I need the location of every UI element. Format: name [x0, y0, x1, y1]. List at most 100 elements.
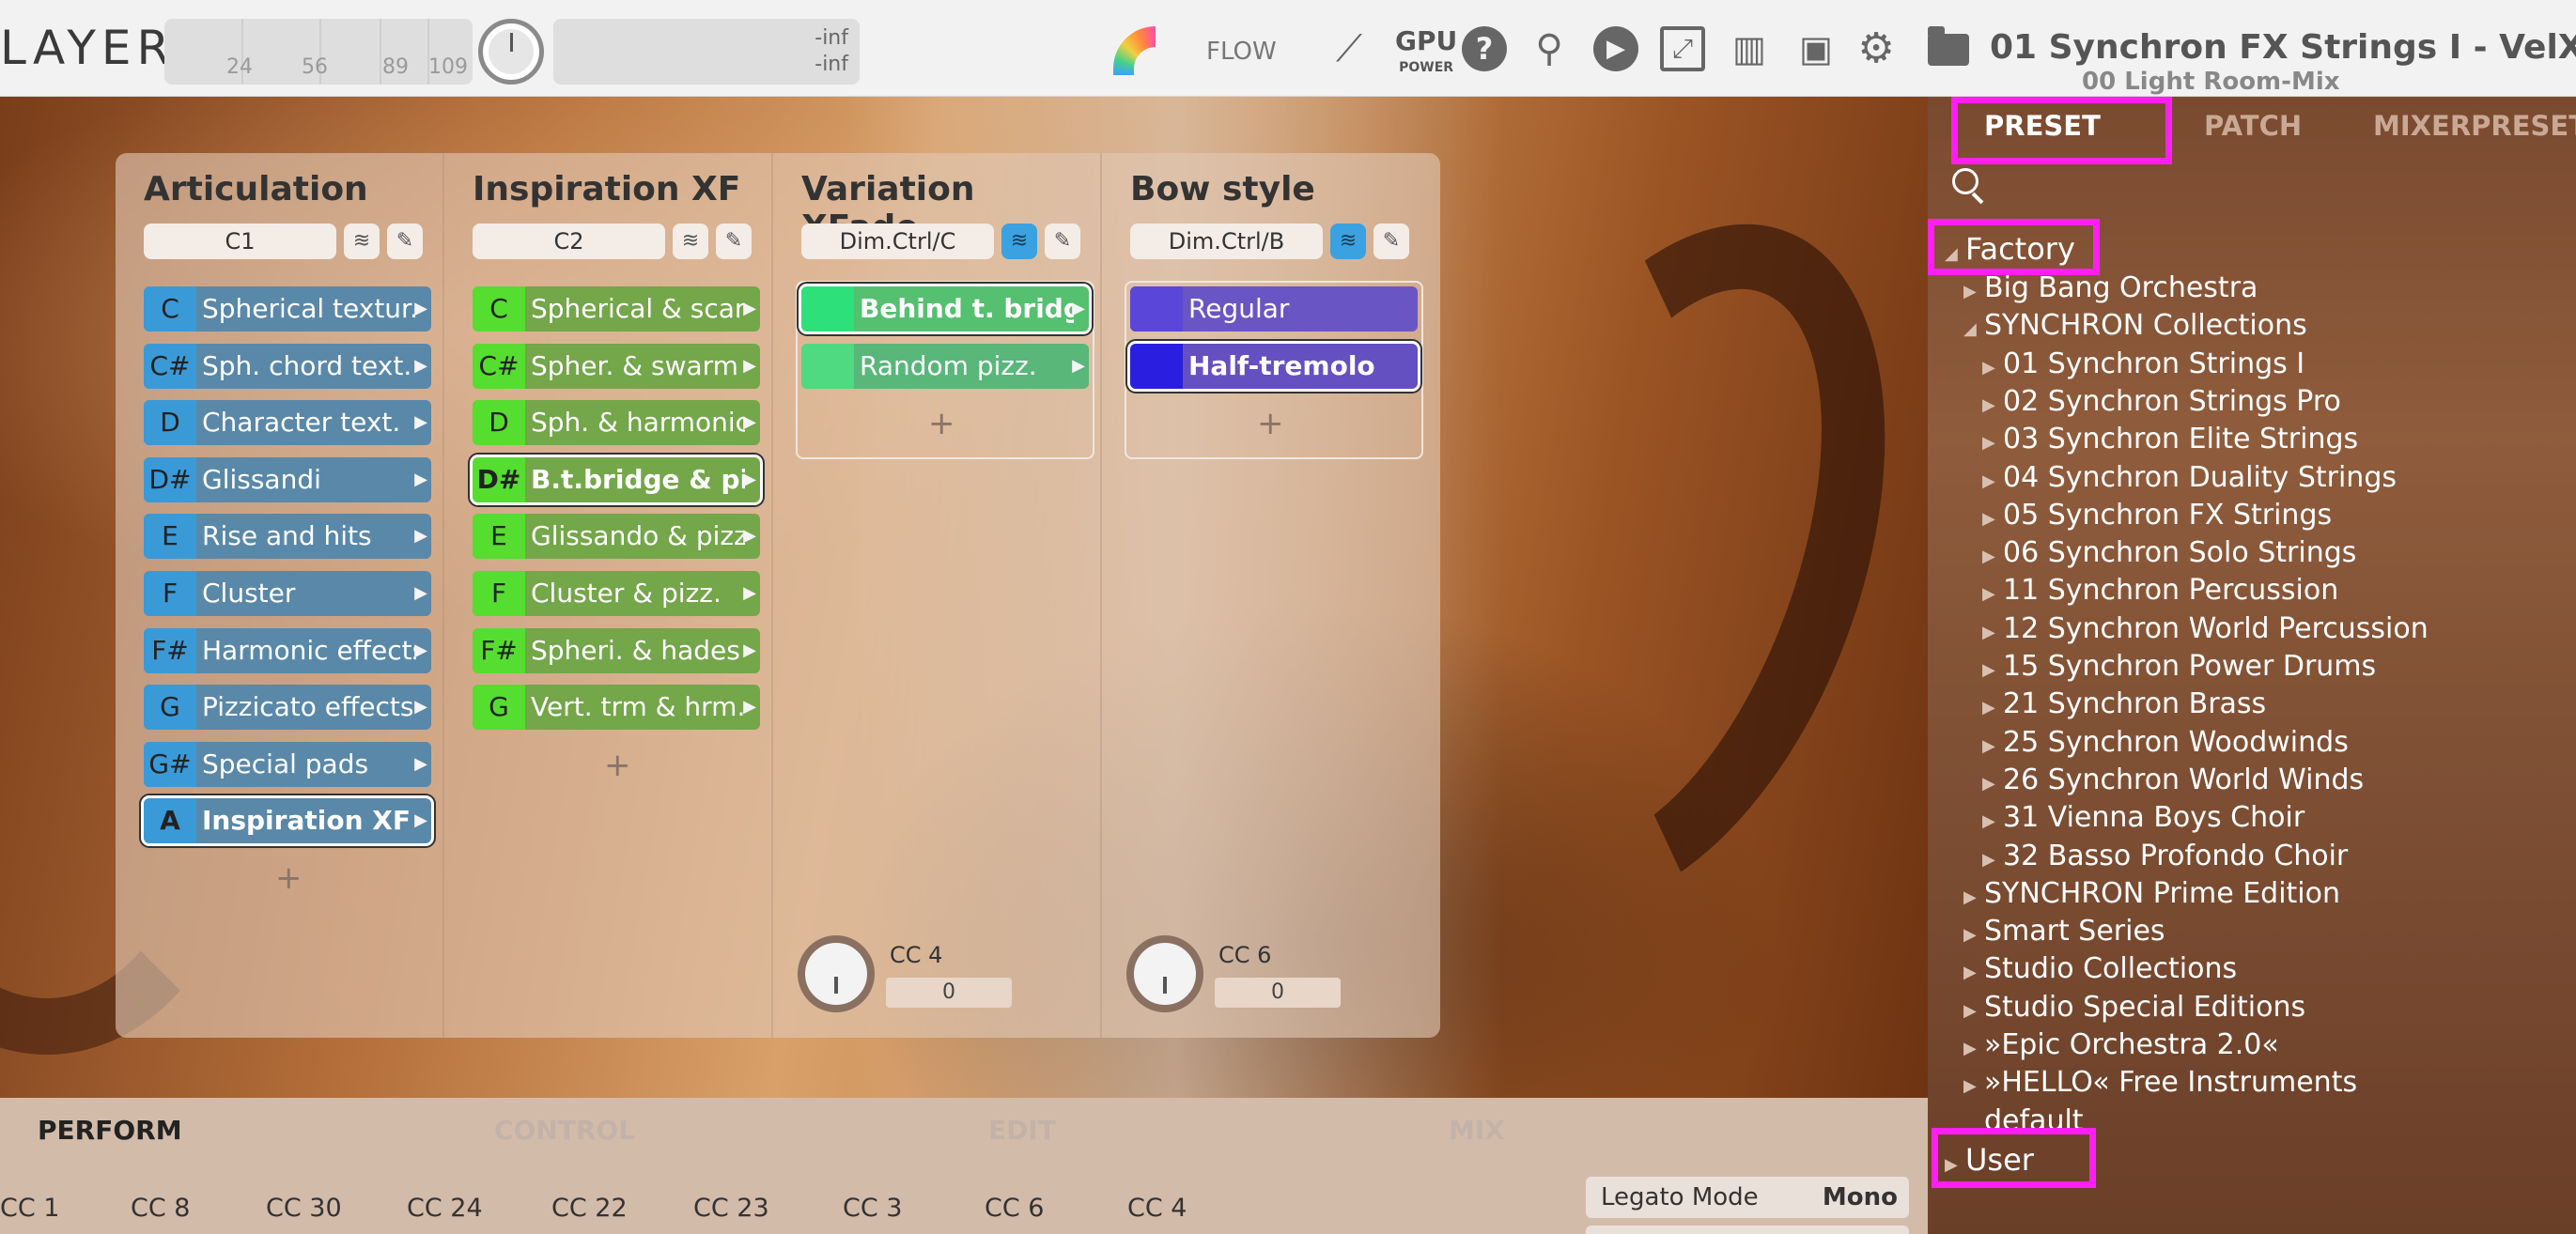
- location-pin-icon[interactable]: ⚲: [1527, 26, 1572, 71]
- legato-mode-field[interactable]: Legato Mode Mono: [1586, 1177, 1909, 1218]
- tree-item[interactable]: ▶ 31 Vienna Boys Choir: [1982, 801, 2304, 834]
- articulation-row[interactable]: A Inspiration XF ▶: [144, 798, 431, 844]
- tree-item[interactable]: ▶ 25 Synchron Woodwinds: [1982, 726, 2349, 759]
- dimension-selector[interactable]: Dim.Ctrl/C: [801, 224, 994, 259]
- cc-assign-label[interactable]: CC 22: [551, 1194, 628, 1223]
- keyboard-icon[interactable]: ▥: [1727, 26, 1772, 71]
- tree-item[interactable]: ▶ Studio Special Editions: [1963, 991, 2305, 1024]
- collapsed-triangle-icon[interactable]: ▶: [1982, 623, 2003, 642]
- bow-style-row-selected[interactable]: Half-tremolo: [1130, 344, 1418, 389]
- next-setting-field[interactable]: [1586, 1226, 1909, 1234]
- keyswitch-selector[interactable]: C1: [144, 224, 336, 259]
- loaded-preset-name[interactable]: 01 Synchron FX Strings I - VelXF sus: [1990, 28, 2576, 67]
- velocity-meter[interactable]: 24 56 89 109: [164, 19, 473, 85]
- cc-assign-label[interactable]: CC 30: [266, 1194, 342, 1223]
- collapsed-triangle-icon[interactable]: ▶: [1982, 471, 2003, 491]
- articulation-row[interactable]: G Pizzicato effects ▶: [144, 685, 431, 731]
- collapsed-triangle-icon[interactable]: ▶: [1982, 811, 2003, 831]
- cc-assign-label[interactable]: CC 6: [985, 1194, 1044, 1223]
- cc-knob[interactable]: [1126, 935, 1203, 1012]
- collapsed-triangle-icon[interactable]: ▶: [1963, 1076, 1984, 1096]
- cc-knob[interactable]: [798, 935, 875, 1012]
- edit-pencil-icon[interactable]: ✎: [716, 224, 752, 259]
- tree-item[interactable]: ▶ Big Bang Orchestra: [1963, 271, 2258, 304]
- articulation-row[interactable]: G Vert. trm & hrm. ▶: [473, 685, 760, 731]
- articulation-row[interactable]: E Rise and hits ▶: [144, 514, 431, 560]
- collapsed-triangle-icon[interactable]: ▶: [1982, 774, 2003, 794]
- cc-assign-label[interactable]: CC 4: [1127, 1194, 1187, 1223]
- gpu-power-icon[interactable]: GPU POWER: [1395, 28, 1457, 81]
- cc-assign-label[interactable]: CC 3: [843, 1194, 902, 1223]
- layers-icon[interactable]: ≋: [1330, 224, 1366, 259]
- edit-pencil-icon[interactable]: ✎: [1373, 224, 1409, 259]
- layers-icon[interactable]: ≋: [673, 224, 708, 259]
- add-slot-button[interactable]: +: [928, 405, 955, 442]
- tree-item[interactable]: ▶ 15 Synchron Power Drums: [1982, 650, 2376, 683]
- tree-item[interactable]: ▶ 11 Synchron Percussion: [1982, 574, 2338, 607]
- articulation-row[interactable]: D Character text. ▶: [144, 400, 431, 446]
- articulation-row[interactable]: E Glissando & pizz. ▶: [473, 514, 760, 560]
- articulation-row[interactable]: F Cluster ▶: [144, 571, 431, 616]
- articulation-row[interactable]: D Sph. & harmonic ▶: [473, 400, 760, 446]
- variation-row[interactable]: Random pizz. ▶: [801, 344, 1089, 389]
- articulation-row[interactable]: C Spherical textur. ▶: [144, 286, 431, 332]
- tree-item[interactable]: ▶ 26 Synchron World Winds: [1982, 764, 2364, 796]
- tree-item[interactable]: ▶ »Epic Orchestra 2.0«: [1963, 1028, 2279, 1061]
- resize-icon[interactable]: ⤢: [1660, 26, 1705, 71]
- dimension-selector[interactable]: Dim.Ctrl/B: [1130, 224, 1323, 259]
- articulation-row[interactable]: D# Glissandi ▶: [144, 456, 431, 502]
- collapsed-triangle-icon[interactable]: ▶: [1963, 963, 1984, 982]
- articulation-row[interactable]: F# Spheri. & hades ▶: [473, 627, 760, 673]
- collapsed-triangle-icon[interactable]: ▶: [1963, 1039, 1984, 1058]
- edit-pencil-icon[interactable]: ✎: [1045, 224, 1080, 259]
- collapsed-triangle-icon[interactable]: ▶: [1963, 282, 1984, 301]
- tab-patch[interactable]: PATCH: [2204, 110, 2302, 142]
- articulation-row[interactable]: D#B.t.bridge & pizz.▶: [473, 456, 760, 502]
- gear-icon[interactable]: ⚙: [1854, 26, 1899, 71]
- add-slot-button[interactable]: +: [275, 859, 303, 897]
- articulation-row[interactable]: C# Spher. & swarm ▶: [473, 343, 760, 389]
- tree-item[interactable]: ▶ 03 Synchron Elite Strings: [1982, 423, 2358, 455]
- collapsed-triangle-icon[interactable]: ▶: [1982, 547, 2003, 566]
- collapsed-triangle-icon[interactable]: ▶: [1982, 509, 2003, 529]
- tree-item[interactable]: ▶ 06 Synchron Solo Strings: [1982, 536, 2356, 569]
- tree-item[interactable]: ▶ 01 Synchron Strings I: [1982, 347, 2304, 380]
- collapsed-triangle-icon[interactable]: ▶: [1963, 887, 1984, 907]
- tree-item[interactable]: ▶ Studio Collections: [1963, 952, 2237, 985]
- tree-item[interactable]: ▶ »HELLO« Free Instruments: [1963, 1066, 2357, 1099]
- articulation-row[interactable]: C# Sph. chord text. ▶: [144, 343, 431, 389]
- add-slot-button[interactable]: +: [1257, 405, 1284, 442]
- tree-item[interactable]: ▶ Smart Series: [1963, 915, 2165, 948]
- tab-mix[interactable]: MIX: [1449, 1115, 1505, 1146]
- tree-item[interactable]: ◢ SYNCHRON Collections: [1963, 309, 2307, 342]
- collapsed-triangle-icon[interactable]: ▶: [1963, 1001, 1984, 1021]
- tree-item[interactable]: ▶ 05 Synchron FX Strings: [1982, 499, 2332, 532]
- collapsed-triangle-icon[interactable]: ▶: [1982, 395, 2003, 415]
- cc-value-field[interactable]: 0: [886, 978, 1012, 1008]
- tree-item[interactable]: ▶ SYNCHRON Prime Edition: [1963, 877, 2340, 910]
- cc-assign-label[interactable]: CC 23: [693, 1194, 769, 1223]
- keyswitch-selector[interactable]: C2: [473, 224, 665, 259]
- tab-perform[interactable]: PERFORM: [38, 1115, 182, 1146]
- collapsed-triangle-icon[interactable]: ▶: [1982, 358, 2003, 378]
- play-icon[interactable]: ▶: [1593, 26, 1638, 71]
- edit-pencil-icon[interactable]: ✎: [387, 224, 423, 259]
- expanded-triangle-icon[interactable]: ◢: [1963, 319, 1984, 339]
- collapsed-triangle-icon[interactable]: ▶: [1982, 736, 2003, 756]
- folder-icon[interactable]: [1928, 26, 1969, 66]
- help-icon[interactable]: ?: [1462, 26, 1507, 71]
- cc-assign-label[interactable]: CC 8: [131, 1194, 190, 1223]
- layers-icon[interactable]: ≋: [1001, 224, 1037, 259]
- chip-icon[interactable]: ▣: [1793, 26, 1839, 71]
- variation-row-selected[interactable]: Behind t. bridge ▶: [801, 286, 1089, 332]
- tab-control[interactable]: CONTROL: [494, 1115, 635, 1146]
- articulation-row[interactable]: G# Special pads ▶: [144, 741, 431, 787]
- collapsed-triangle-icon[interactable]: ▶: [1982, 584, 2003, 604]
- cc-assign-label[interactable]: CC 24: [407, 1194, 483, 1223]
- bow-style-row[interactable]: Regular: [1130, 286, 1418, 332]
- cc-assign-label[interactable]: CC 1: [0, 1194, 59, 1223]
- tree-item[interactable]: ▶ 12 Synchron World Percussion: [1982, 612, 2429, 645]
- collapsed-triangle-icon[interactable]: ▶: [1982, 698, 2003, 717]
- collapsed-triangle-icon[interactable]: ▶: [1963, 925, 1984, 945]
- collapsed-triangle-icon[interactable]: ▶: [1982, 660, 2003, 680]
